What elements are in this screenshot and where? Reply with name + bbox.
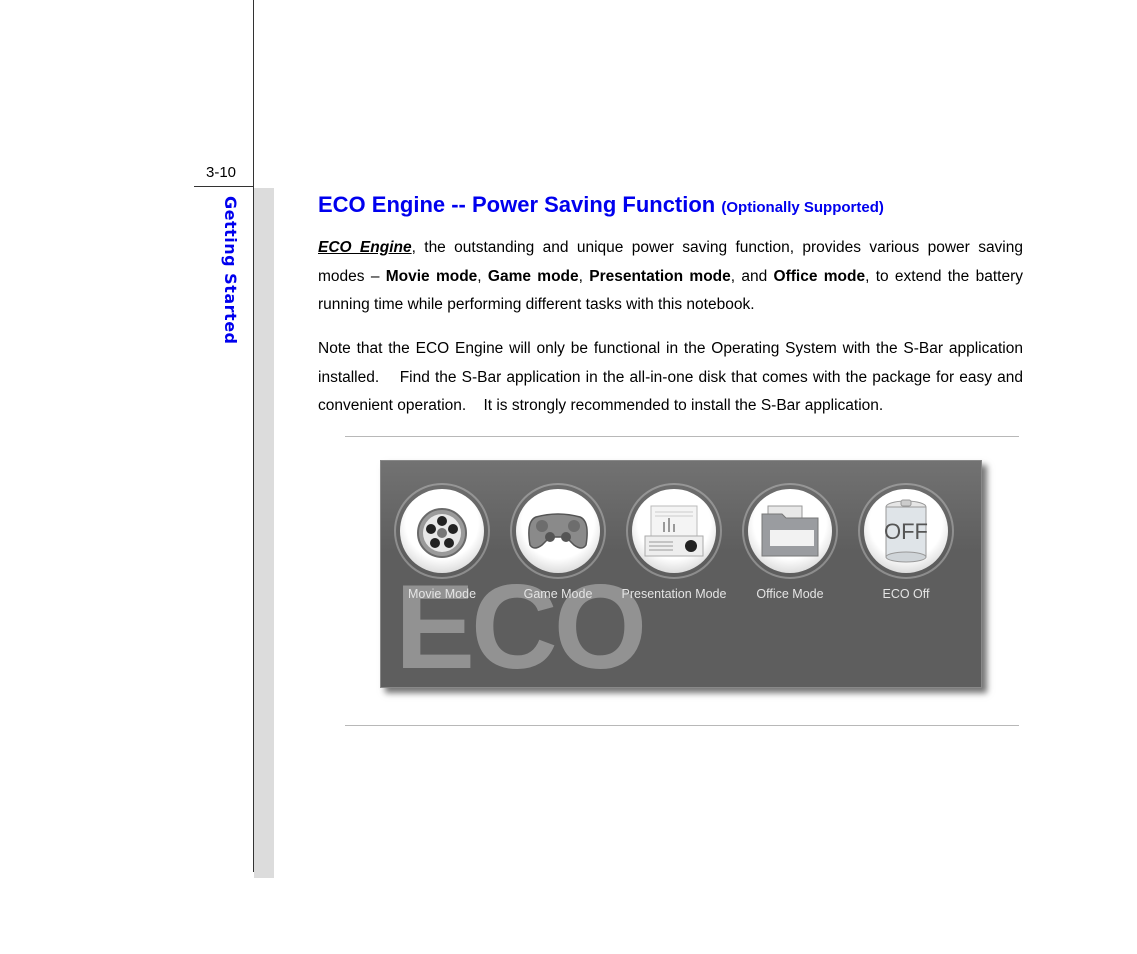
eco-engine-term: ECO Engine: [318, 239, 412, 256]
folder-icon: [761, 505, 819, 557]
heading-title: ECO Engine -- Power Saving Function: [318, 192, 716, 217]
projector-icon: [644, 505, 704, 557]
game-mode-term: Game mode: [487, 267, 579, 285]
heading-note: (Optionally Supported): [721, 199, 884, 216]
movie-mode-term: Movie mode: [385, 267, 478, 285]
text: ,: [477, 267, 488, 285]
figure-top-rule: [345, 436, 1019, 437]
off-label: OFF: [884, 519, 928, 544]
eco-off-button[interactable]: OFF ECO Off: [848, 483, 964, 601]
side-tab-strip: [254, 188, 274, 878]
page-heading: ECO Engine -- Power Saving Function (Opt…: [318, 192, 884, 218]
page-number: 3-10: [206, 164, 237, 181]
presentation-mode-button[interactable]: Presentation Mode: [616, 483, 732, 601]
gamepad-icon: [528, 513, 588, 549]
mode-label: Presentation Mode: [621, 587, 727, 601]
eco-engine-panel: ECO Movie Mode Game Mode Presentation Mo…: [380, 460, 982, 688]
mode-label: Office Mode: [756, 587, 824, 601]
text: ,: [578, 267, 590, 285]
game-mode-button[interactable]: Game Mode: [500, 483, 616, 601]
intro-paragraph: ECO Engine, the outstanding and unique p…: [318, 234, 1023, 320]
note-paragraph: Note that the ECO Engine will only be fu…: [318, 340, 1028, 414]
movie-mode-button[interactable]: Movie Mode: [384, 483, 500, 601]
figure-bottom-rule: [345, 725, 1019, 726]
text: , and: [730, 267, 774, 285]
mode-label: ECO Off: [882, 587, 930, 601]
office-mode-button[interactable]: Office Mode: [732, 483, 848, 601]
presentation-mode-term: Presentation mode: [589, 267, 731, 285]
mode-label: Movie Mode: [407, 587, 477, 601]
office-mode-term: Office mode: [773, 267, 866, 285]
film-reel-icon: [417, 508, 467, 558]
section-title: Getting Started: [221, 196, 240, 345]
mode-label: Game Mode: [523, 587, 593, 601]
page-number-rule: [194, 186, 254, 187]
